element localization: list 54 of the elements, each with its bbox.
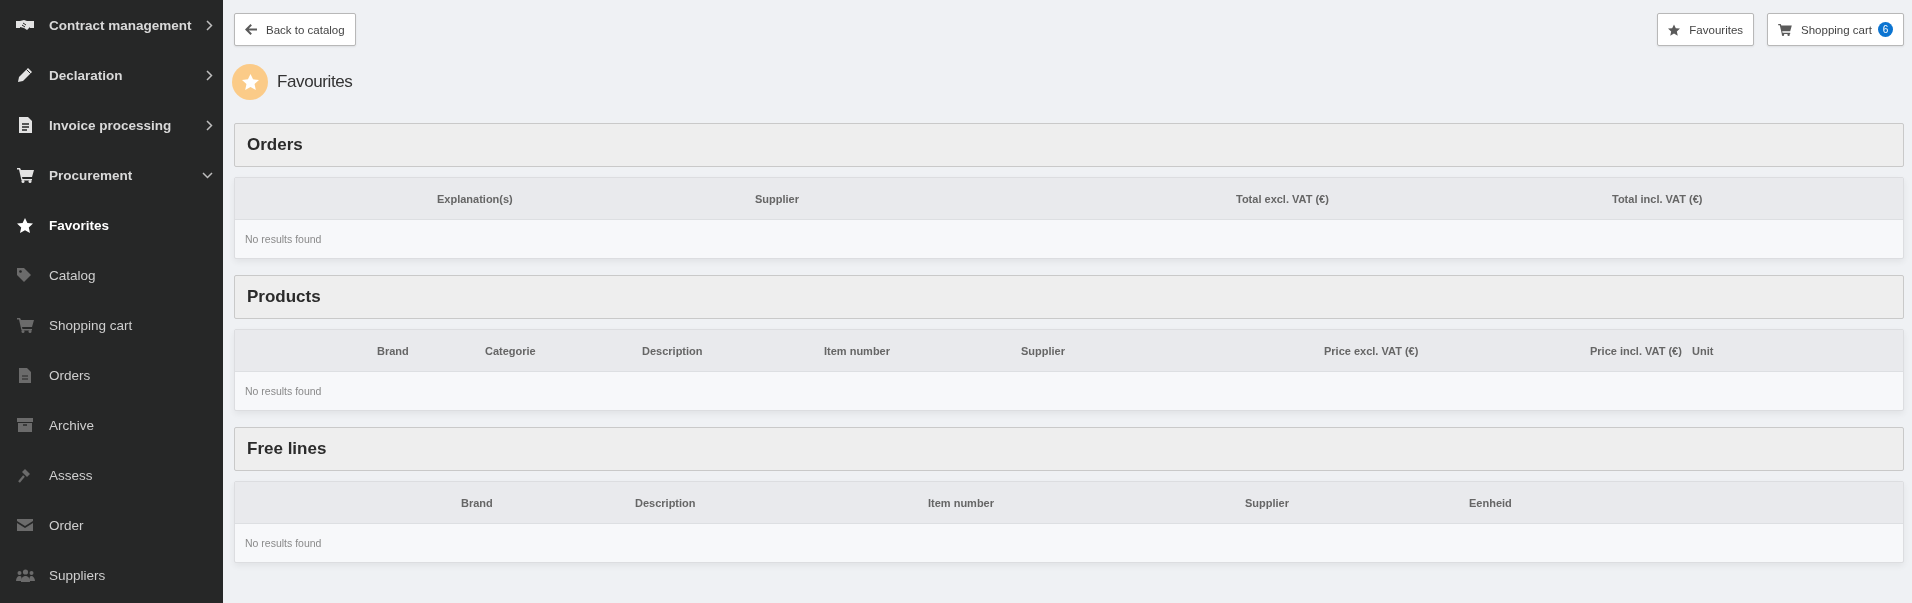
- sidebar-item[interactable]: Declaration: [0, 50, 223, 100]
- column-header: Description: [635, 496, 697, 509]
- sidebar-item[interactable]: Orders: [0, 350, 223, 400]
- column-header: Total incl. VAT (€): [1612, 192, 1704, 205]
- column-header: Brand: [461, 496, 494, 509]
- column-header: Categorie: [485, 344, 537, 357]
- star-icon: [1668, 23, 1681, 36]
- sidebar-item[interactable]: Procurement: [0, 150, 223, 200]
- sidebar-item[interactable]: Favorites: [0, 200, 223, 250]
- envelope-icon: [17, 519, 33, 531]
- section-header: Orders: [234, 123, 1904, 167]
- pencil-icon: [17, 67, 33, 83]
- empty-message: No results found: [245, 385, 322, 397]
- column-header: Description: [642, 344, 704, 357]
- document-icon: [18, 117, 32, 133]
- empty-message: No results found: [245, 233, 322, 245]
- sidebar-item[interactable]: Contract management: [0, 0, 223, 50]
- tag-icon: [16, 268, 34, 282]
- file-icon: [19, 367, 31, 383]
- column-header: Price excl. VAT (€): [1324, 344, 1420, 357]
- sidebar-item[interactable]: Assess: [0, 450, 223, 500]
- cart-icon: [16, 317, 34, 333]
- column-header: Supplier: [1245, 496, 1290, 509]
- cart-icon: [1778, 23, 1793, 36]
- section-header: Products: [234, 275, 1904, 319]
- favourites-button[interactable]: Favourites: [1657, 13, 1755, 46]
- page-title: Favourites: [277, 72, 353, 92]
- hammer-icon: [17, 467, 33, 483]
- back-button[interactable]: Back to catalog: [234, 13, 356, 46]
- column-header: Item number: [824, 344, 891, 357]
- empty-message: No results found: [245, 537, 322, 549]
- star-icon: [17, 217, 33, 233]
- column-header: Eenheid: [1469, 496, 1513, 509]
- users-icon: [15, 568, 35, 582]
- sidebar-item[interactable]: Shopping cart: [0, 300, 223, 350]
- column-header: Price incl. VAT (€): [1590, 344, 1683, 357]
- sidebar-item[interactable]: Suppliers: [0, 550, 223, 600]
- sidebar-item[interactable]: Order: [0, 500, 223, 550]
- column-header: Supplier: [1021, 344, 1066, 357]
- cart-count-badge: 6: [1878, 22, 1893, 37]
- column-header: Supplier: [755, 192, 800, 205]
- shopping-cart-button[interactable]: Shopping cart 6: [1767, 13, 1904, 46]
- column-header: Item number: [928, 496, 995, 509]
- sidebar-item[interactable]: Archive: [0, 400, 223, 450]
- sidebar-item[interactable]: Catalog: [0, 250, 223, 300]
- arrow-left-icon: [245, 24, 257, 35]
- column-header: Explanation(s): [437, 192, 514, 205]
- column-header: Unit: [1692, 344, 1715, 357]
- sidebar-item[interactable]: Invoice processing: [0, 100, 223, 150]
- column-header: Total excl. VAT (€): [1236, 192, 1330, 205]
- column-header: Brand: [377, 344, 410, 357]
- section-header: Free lines: [234, 427, 1904, 471]
- archive-icon: [17, 418, 33, 432]
- cart-icon: [16, 167, 34, 183]
